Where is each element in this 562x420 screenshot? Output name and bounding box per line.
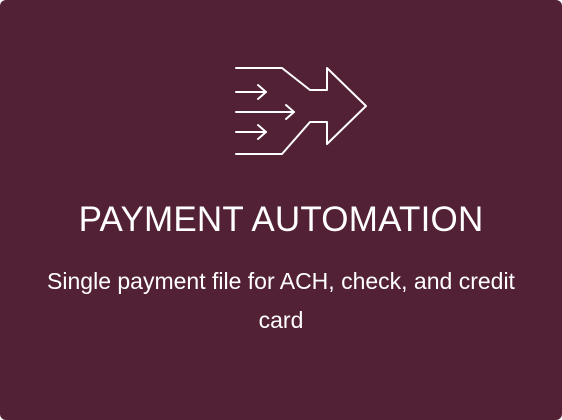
card-title: PAYMENT AUTOMATION bbox=[78, 200, 484, 239]
payment-automation-card: PAYMENT AUTOMATION Single payment file f… bbox=[0, 0, 562, 420]
card-description: Single payment file for ACH, check, and … bbox=[47, 268, 515, 333]
merge-arrows-icon bbox=[224, 60, 370, 164]
